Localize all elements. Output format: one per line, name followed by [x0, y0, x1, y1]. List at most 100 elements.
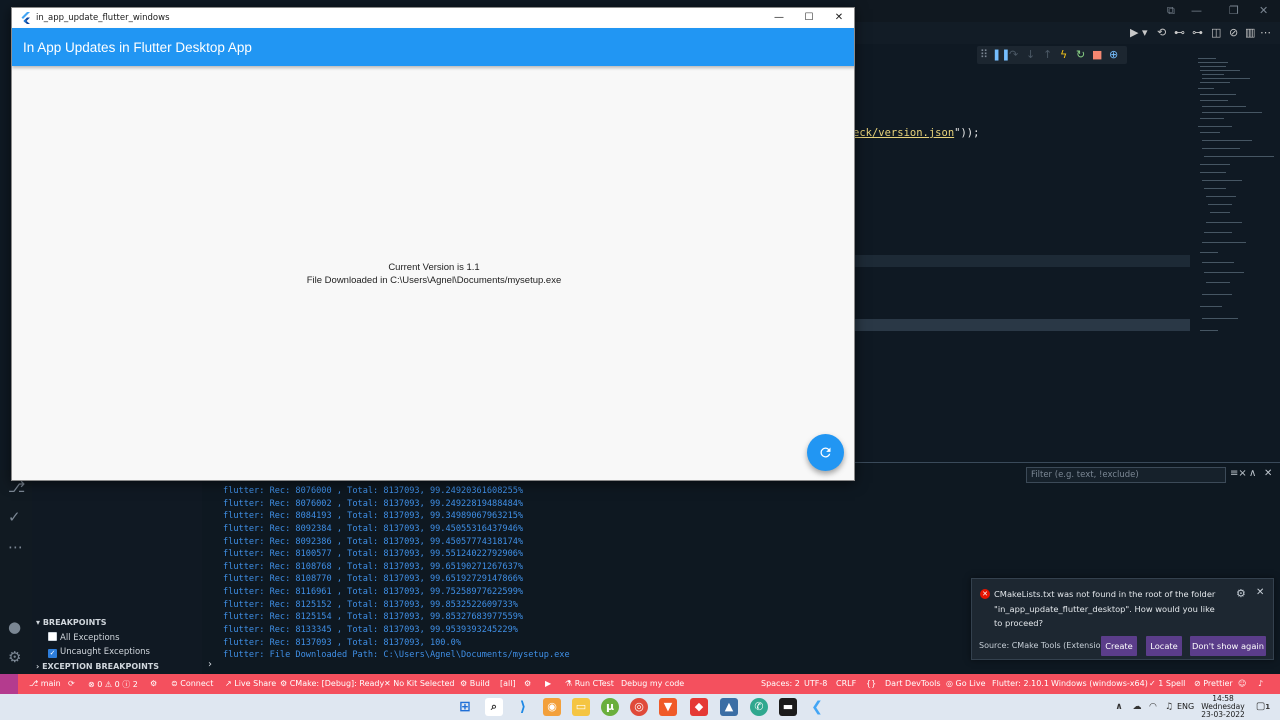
pause-icon[interactable]: ❚❚: [992, 48, 1010, 61]
terminal-icon[interactable]: ▬: [779, 698, 797, 716]
debug-target-icon[interactable]: ⚙: [524, 679, 531, 688]
vscode-app-icon[interactable]: ⟩: [514, 698, 532, 716]
close-icon[interactable]: ✕: [1259, 4, 1268, 17]
clear-console-icon[interactable]: ≡×: [1230, 468, 1247, 479]
create-button[interactable]: Create: [1101, 636, 1137, 656]
minimap[interactable]: [1192, 56, 1280, 346]
utorrent-icon[interactable]: μ: [601, 698, 619, 716]
open-changes-icon[interactable]: ⊘: [1229, 26, 1238, 39]
step-over-icon[interactable]: ↷: [1009, 48, 1018, 61]
flutter-window-titlebar[interactable]: in_app_update_flutter_windows — ☐ ✕: [12, 8, 854, 28]
launch-icon[interactable]: ▶: [545, 679, 551, 688]
eol-status[interactable]: CRLF: [836, 679, 856, 688]
restart-icon[interactable]: ↻: [1076, 48, 1085, 61]
settings-gear-icon[interactable]: ⚙: [8, 648, 21, 666]
maximize-button[interactable]: ☐: [794, 10, 824, 26]
notification-settings-icon[interactable]: ⚙: [1236, 587, 1246, 600]
anydesk-icon[interactable]: ◆: [690, 698, 708, 716]
problems-status[interactable]: ⊗ 0 ⚠ 0 ⓘ 2: [88, 679, 138, 690]
clock[interactable]: 14:58 Wednesday 23-03-2022: [1197, 694, 1249, 720]
more-icon[interactable]: ⋯: [1260, 26, 1271, 39]
compare-icon[interactable]: ⊶: [1192, 26, 1203, 39]
history-icon[interactable]: ⟲: [1157, 26, 1166, 39]
device-status[interactable]: Windows (windows-x64): [1051, 679, 1148, 688]
tray-chevron-icon[interactable]: ∧: [1110, 698, 1128, 716]
flutter-app-icon[interactable]: ❮: [808, 698, 826, 716]
close-button[interactable]: ✕: [824, 10, 854, 26]
windows-taskbar: ⊞ ⌕ ⟩ ◉ ▭ μ ◎ ▼ ◆ ▲ ✆ ▬ ❮ ∧ ☁ ◠ ♫ ENG 14…: [0, 694, 1280, 720]
kit-status[interactable]: ✕ No Kit Selected: [384, 679, 455, 688]
console-output: flutter: Rec: 8076000 , Total: 8137093, …: [223, 485, 570, 662]
flutter-version-status[interactable]: Flutter: 2.10.1: [992, 679, 1049, 688]
indent-status[interactable]: Spaces: 2: [761, 679, 800, 688]
more-views-icon[interactable]: ⋯: [8, 538, 23, 556]
uncaught-exceptions-checkbox[interactable]: ✓: [48, 649, 57, 658]
check-update-fab-button[interactable]: [807, 434, 844, 471]
live-share-status[interactable]: ↗ Live Share: [225, 679, 276, 688]
cmake-status[interactable]: ⚙ CMake: [Debug]: Ready: [280, 679, 384, 688]
hot-reload-icon[interactable]: ϟ: [1060, 48, 1067, 61]
maximize-panel-icon[interactable]: ∧: [1249, 468, 1256, 479]
notification-center-icon[interactable]: ▢1: [1254, 698, 1272, 716]
volume-icon[interactable]: ♫: [1160, 698, 1178, 716]
connect-status[interactable]: ⊜ Connect: [171, 679, 213, 688]
console-filter-input[interactable]: Filter (e.g. text, !exclude): [1026, 467, 1226, 483]
restore-icon[interactable]: ❐: [1229, 4, 1239, 17]
debug-icon[interactable]: ⚙: [150, 679, 157, 688]
notifications-bell-icon[interactable]: ♪: [1258, 679, 1263, 688]
go-live-label: Go Live: [955, 679, 986, 688]
build-target[interactable]: [all]: [500, 679, 516, 688]
inspect-icon[interactable]: ⊕: [1109, 48, 1118, 61]
layout-icon[interactable]: ⧉: [1167, 4, 1175, 18]
console-line: flutter: Rec: 8076000 , Total: 8137093, …: [223, 486, 524, 496]
go-back-icon[interactable]: ⊷: [1174, 26, 1185, 39]
spell-status[interactable]: ✓ 1 Spell: [1149, 679, 1185, 688]
sync-icon[interactable]: ⟳: [68, 679, 75, 688]
photos-icon[interactable]: ▲: [720, 698, 738, 716]
brave-icon[interactable]: ▼: [659, 698, 677, 716]
testing-icon[interactable]: ✓: [8, 508, 21, 526]
feedback-icon[interactable]: ☺: [1238, 679, 1246, 688]
go-live-status[interactable]: ◎ Go Live: [946, 679, 986, 688]
account-icon[interactable]: ●: [8, 618, 21, 636]
branch-status[interactable]: ⎇ main: [29, 679, 61, 688]
dont-show-again-button[interactable]: Don't show again: [1190, 636, 1266, 656]
step-into-icon[interactable]: ↓: [1026, 48, 1035, 61]
console-prompt-chevron-icon[interactable]: ›: [208, 659, 212, 670]
drag-handle-icon[interactable]: ⠿: [980, 48, 988, 61]
minimize-icon[interactable]: —: [1191, 4, 1202, 17]
blender-app-icon[interactable]: ◉: [543, 698, 561, 716]
chrome-icon[interactable]: ◎: [630, 698, 648, 716]
encoding-status[interactable]: UTF-8: [804, 679, 827, 688]
language-status[interactable]: {}: [866, 679, 876, 688]
notification-close-icon[interactable]: ✕: [1256, 587, 1264, 598]
debug-code-status[interactable]: Debug my code: [621, 679, 684, 688]
chevron-down-icon[interactable]: ▾: [1142, 26, 1148, 39]
uncaught-exceptions-item[interactable]: ✓ Uncaught Exceptions: [48, 647, 150, 658]
search-icon[interactable]: ⌕: [485, 698, 503, 716]
run-icon[interactable]: ▶: [1130, 26, 1138, 39]
build-status[interactable]: ⚙ Build: [460, 679, 490, 688]
stop-icon[interactable]: ■: [1092, 48, 1102, 61]
split-icon[interactable]: ◫: [1211, 26, 1221, 39]
minimize-button[interactable]: —: [764, 10, 794, 26]
all-exceptions-item[interactable]: All Exceptions: [48, 632, 120, 643]
windows-start-icon[interactable]: ⊞: [456, 698, 474, 716]
step-out-icon[interactable]: ↑: [1043, 48, 1052, 61]
all-exceptions-checkbox[interactable]: [48, 632, 57, 641]
console-line: flutter: Rec: 8076002 , Total: 8137093, …: [223, 498, 524, 509]
breakpoints-header[interactable]: ▾ BREAKPOINTS: [36, 618, 106, 627]
devtools-status[interactable]: Dart DevTools: [885, 679, 941, 688]
whatsapp-icon[interactable]: ✆: [750, 698, 768, 716]
exception-breakpoints-header[interactable]: › EXCEPTION BREAKPOINTS: [36, 662, 159, 671]
run-ctest-label: Run CTest: [574, 679, 614, 688]
columns-icon[interactable]: ▥: [1245, 26, 1255, 39]
locate-button[interactable]: Locate: [1146, 636, 1182, 656]
prettier-status[interactable]: ⊘ Prettier: [1194, 679, 1233, 688]
language-indicator[interactable]: ENG: [1177, 702, 1194, 711]
file-explorer-icon[interactable]: ▭: [572, 698, 590, 716]
remote-indicator[interactable]: [0, 674, 18, 694]
run-ctest-status[interactable]: ⚗ Run CTest: [565, 679, 614, 688]
exception-breakpoints-label: EXCEPTION BREAKPOINTS: [42, 662, 160, 671]
close-panel-icon[interactable]: ✕: [1264, 468, 1272, 479]
